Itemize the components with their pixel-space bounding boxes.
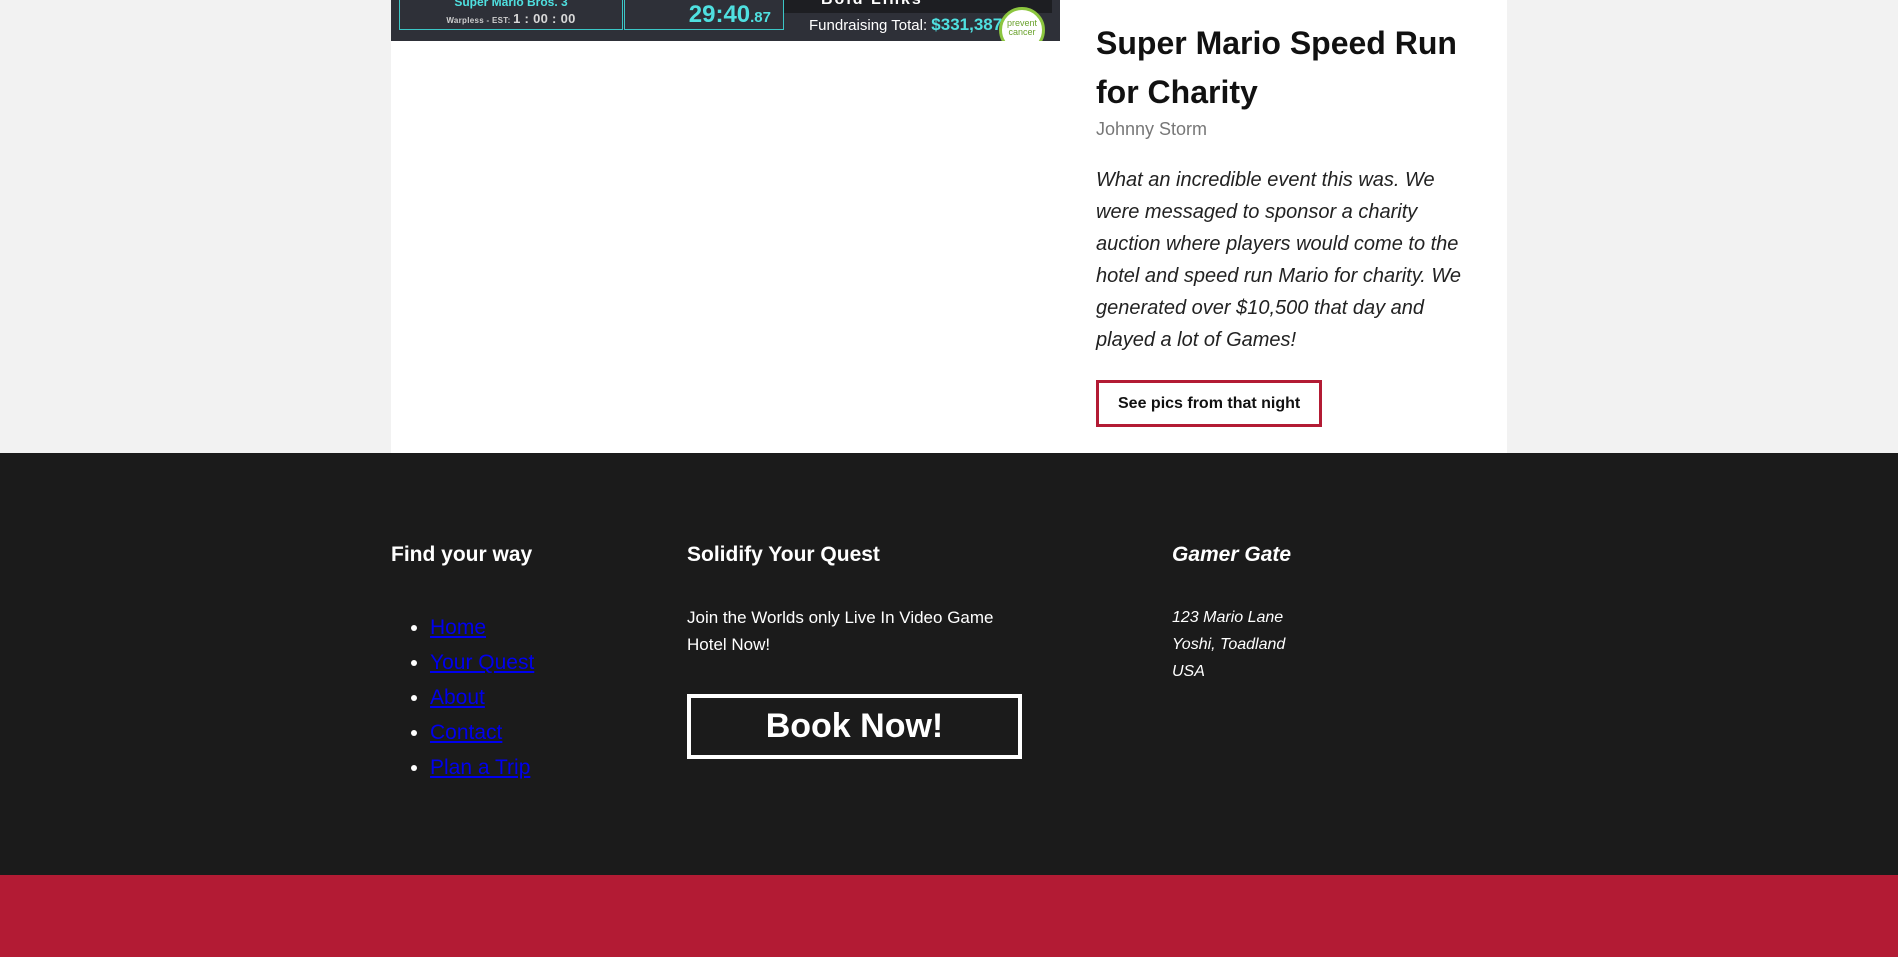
timer-box: 29:40.87 — [624, 0, 784, 30]
nav-link-your-quest[interactable]: Your Quest — [430, 651, 534, 674]
address-line: Yoshi, Toadland — [1172, 636, 1286, 653]
footer-nav-item: About — [430, 680, 534, 715]
book-now-button[interactable]: Book Now! — [687, 694, 1022, 759]
banner-top-text: Bold Links — [821, 0, 923, 9]
address-line: 123 Mario Lane — [1172, 609, 1284, 626]
footer-address: 123 Mario Lane Yoshi, Toadland USA — [1172, 604, 1285, 685]
footer-nav-item: Contact — [430, 715, 534, 750]
nav-link-contact[interactable]: Contact — [430, 721, 502, 744]
footer-nav-title: Find your way — [391, 543, 533, 566]
fundraising-total: Fundraising Total: $331,387.49 — [809, 15, 1026, 35]
footer-quest-text: Join the Worlds only Live In Video Game … — [687, 608, 994, 654]
footer-nav-item: Your Quest — [430, 645, 534, 680]
estimate-text: Warpless - EST: 1 : 00 : 00 — [400, 11, 622, 26]
game-info-box: Super Mario Bros. 3 Warpless - EST: 1 : … — [399, 0, 623, 30]
post-body: What an incredible event this was. We we… — [1096, 169, 1461, 351]
estimate-value: 1 : 00 : 00 — [513, 11, 576, 26]
logo-line2: cancer — [1008, 27, 1036, 37]
timer-main: 29:40 — [688, 1, 751, 28]
post-author: Johnny Storm — [1096, 119, 1208, 139]
footer-nav-list: Home Your Quest About Contact Plan a Tri… — [391, 610, 534, 785]
bottom-accent-bar — [0, 875, 1898, 957]
nav-link-about[interactable]: About — [430, 686, 485, 709]
footer-nav-item: Plan a Trip — [430, 750, 534, 785]
address-line: USA — [1172, 663, 1205, 680]
timer-ms: .87 — [750, 9, 771, 26]
game-name: Super Mario Bros. 3 — [454, 0, 568, 9]
see-pics-button[interactable]: See pics from that night — [1096, 380, 1323, 427]
nav-link-home[interactable]: Home — [430, 616, 486, 639]
site-footer: Find your way Home Your Quest About Cont… — [0, 453, 1898, 875]
nav-link-plan-a-trip[interactable]: Plan a Trip — [430, 756, 530, 779]
estimate-label: Warpless - EST: — [446, 16, 511, 25]
post-title: Super Mario Speed Run for Charity — [1096, 25, 1457, 110]
speedrun-banner-image: Super Mario Bros. 3 Warpless - EST: 1 : … — [391, 0, 1060, 41]
footer-brand-title: Gamer Gate — [1172, 543, 1292, 566]
footer-quest-title: Solidify Your Quest — [687, 543, 880, 566]
blog-post-card: Super Mario Bros. 3 Warpless - EST: 1 : … — [391, 0, 1507, 453]
fundraising-label: Fundraising Total: — [809, 17, 928, 34]
footer-nav-item: Home — [430, 610, 534, 645]
run-timer: 29:40.87 — [689, 1, 771, 29]
